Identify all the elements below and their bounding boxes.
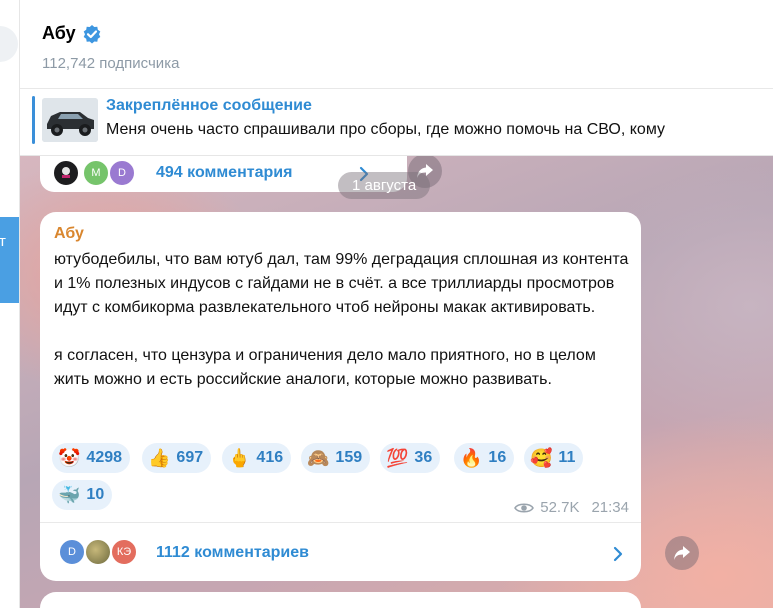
reaction-emoji: 🖕 xyxy=(228,448,251,468)
reaction-count: 416 xyxy=(256,449,284,466)
reaction-emoji: 🤡 xyxy=(58,448,81,468)
reaction-count: 10 xyxy=(86,486,105,503)
channel-header[interactable]: Абу 112,742 подписчика xyxy=(20,0,773,89)
reaction-chip[interactable]: 🤡 4298 xyxy=(52,443,131,473)
message-author[interactable]: Абу xyxy=(54,225,84,243)
chat-list-selected-item[interactable] xyxy=(0,217,19,303)
chat-list-avatar[interactable] xyxy=(0,26,18,62)
share-button[interactable] xyxy=(665,536,699,570)
reaction-chip[interactable]: 🙈 159 xyxy=(301,443,371,473)
comments-link[interactable]: 494 комментария xyxy=(156,164,292,182)
verified-icon xyxy=(83,24,100,43)
reaction-count: 36 xyxy=(414,449,433,466)
message-time: 21:34 xyxy=(591,499,629,516)
reaction-chip[interactable]: 🖕 416 xyxy=(222,443,292,473)
pinned-thumbnail xyxy=(42,98,98,142)
comment-avatar: D xyxy=(108,159,136,187)
reaction-count: 11 xyxy=(558,449,576,466)
pinned-text: Меня очень часто спрашивали про сборы, г… xyxy=(106,121,665,138)
reaction-count: 4298 xyxy=(86,449,123,466)
reaction-chip[interactable]: 👍 697 xyxy=(142,443,212,473)
message-meta: 52.7K 21:34 xyxy=(514,499,629,516)
comment-avatar: КЭ xyxy=(110,538,138,566)
comments-divider xyxy=(40,522,641,523)
anonymous-mask-icon xyxy=(62,167,70,178)
share-icon xyxy=(674,546,690,560)
car-thumbnail-icon xyxy=(42,98,98,142)
channel-title: Абу xyxy=(42,23,76,43)
date-separator: 1 августа xyxy=(338,172,431,199)
reaction-chip[interactable]: 🔥 16 xyxy=(454,443,515,473)
reaction-chip[interactable]: 💯 36 xyxy=(380,443,441,473)
subscriber-count: 112,742 подписчика xyxy=(42,55,180,72)
pinned-indicator xyxy=(32,96,35,144)
reaction-chip[interactable]: 🥰 11 xyxy=(524,443,584,473)
next-message-bubble[interactable] xyxy=(40,592,641,608)
message-text: ютубодебилы, что вам ютуб дал, там 99% д… xyxy=(54,251,629,388)
reaction-count: 159 xyxy=(335,449,363,466)
view-count: 52.7K xyxy=(540,499,580,516)
eye-icon xyxy=(514,502,535,513)
pinned-message-bar[interactable]: Закреплённое сообщение Меня очень часто … xyxy=(20,89,773,156)
chat-area[interactable]: M D 494 комментария 1 августа Абу ютубод… xyxy=(20,156,773,608)
chat-list-sidebar: т xyxy=(0,0,20,608)
comment-avatar: D xyxy=(58,538,86,566)
reaction-emoji: 🐳 xyxy=(58,485,81,505)
reaction-emoji: 🥰 xyxy=(530,448,553,468)
reaction-emoji: 💯 xyxy=(386,448,409,468)
reaction-count: 697 xyxy=(176,449,204,466)
pinned-title: Закреплённое сообщение xyxy=(106,97,312,114)
reaction-chip[interactable]: 🐳 10 xyxy=(52,480,113,510)
comment-avatar: M xyxy=(82,159,110,187)
reaction-emoji: 🔥 xyxy=(460,448,483,468)
reaction-count: 16 xyxy=(488,449,507,466)
comment-avatar xyxy=(84,538,112,566)
comment-avatar xyxy=(52,159,80,187)
reaction-emoji: 🙈 xyxy=(307,448,330,468)
comments-link[interactable]: 1112 комментариев xyxy=(156,544,309,562)
chevron-right-icon[interactable] xyxy=(613,546,623,562)
reaction-emoji: 👍 xyxy=(148,448,171,468)
message-bubble[interactable]: Абу ютубодебилы, что вам ютуб дал, там 9… xyxy=(40,212,641,581)
chat-list-selected-fragment: т xyxy=(0,233,6,250)
